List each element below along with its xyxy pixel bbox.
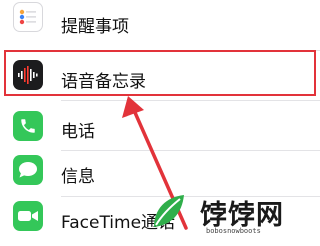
watermark: 饽饽网 bobosnowboots — [148, 189, 318, 241]
leaf-logo-icon — [154, 195, 184, 227]
watermark-url: bobosnowboots — [206, 227, 261, 235]
